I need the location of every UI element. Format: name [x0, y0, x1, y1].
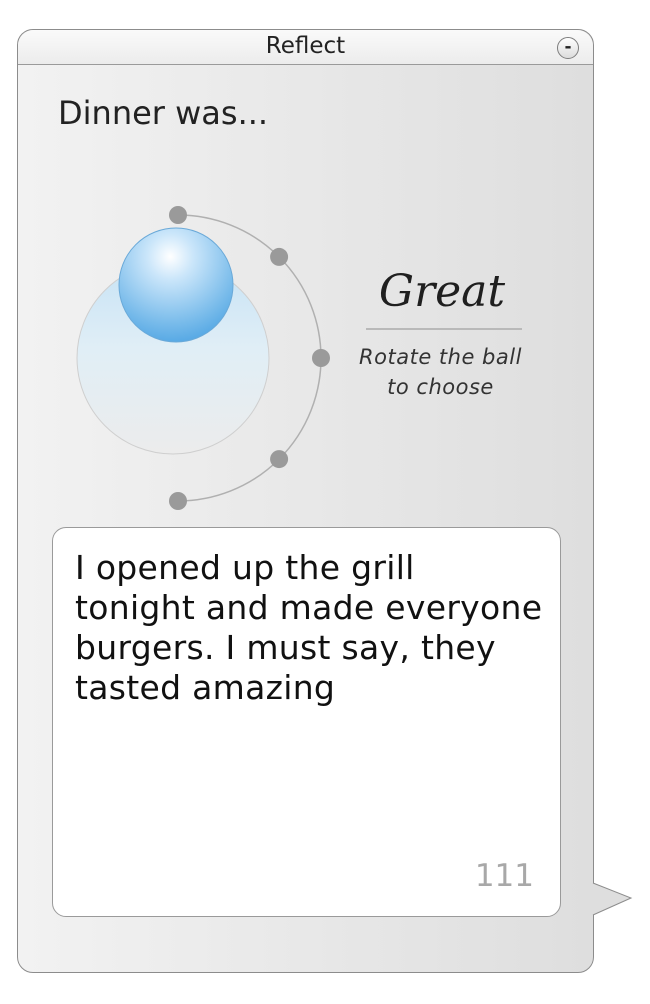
rating-divider: [366, 328, 522, 330]
selected-rating: Great: [378, 266, 506, 317]
dial-stop[interactable]: [169, 492, 187, 510]
window-title: Reflect: [265, 33, 346, 59]
journal-entry-field[interactable]: I opened up the grill tonight and made e…: [52, 527, 561, 917]
dial-stop[interactable]: [270, 450, 289, 469]
reflect-window: Reflect - Dinner was... Great Rotate the…: [17, 29, 594, 973]
rating-dial[interactable]: [48, 170, 338, 515]
journal-entry-text[interactable]: I opened up the grill tonight and made e…: [75, 548, 545, 708]
prompt-text: Dinner was...: [58, 94, 269, 132]
title-bar[interactable]: Reflect -: [18, 30, 593, 65]
dial-stop[interactable]: [169, 206, 187, 224]
hint-line-1: Rotate the ball: [359, 345, 522, 369]
rotate-hint: Rotate the ball to choose: [338, 342, 543, 402]
dial-stop[interactable]: [312, 349, 330, 367]
rating-ball: [118, 227, 234, 343]
minimize-button[interactable]: -: [557, 37, 579, 59]
char-counter: 111: [474, 858, 534, 894]
hint-line-2: to choose: [387, 375, 494, 399]
dial-stop[interactable]: [270, 247, 289, 266]
